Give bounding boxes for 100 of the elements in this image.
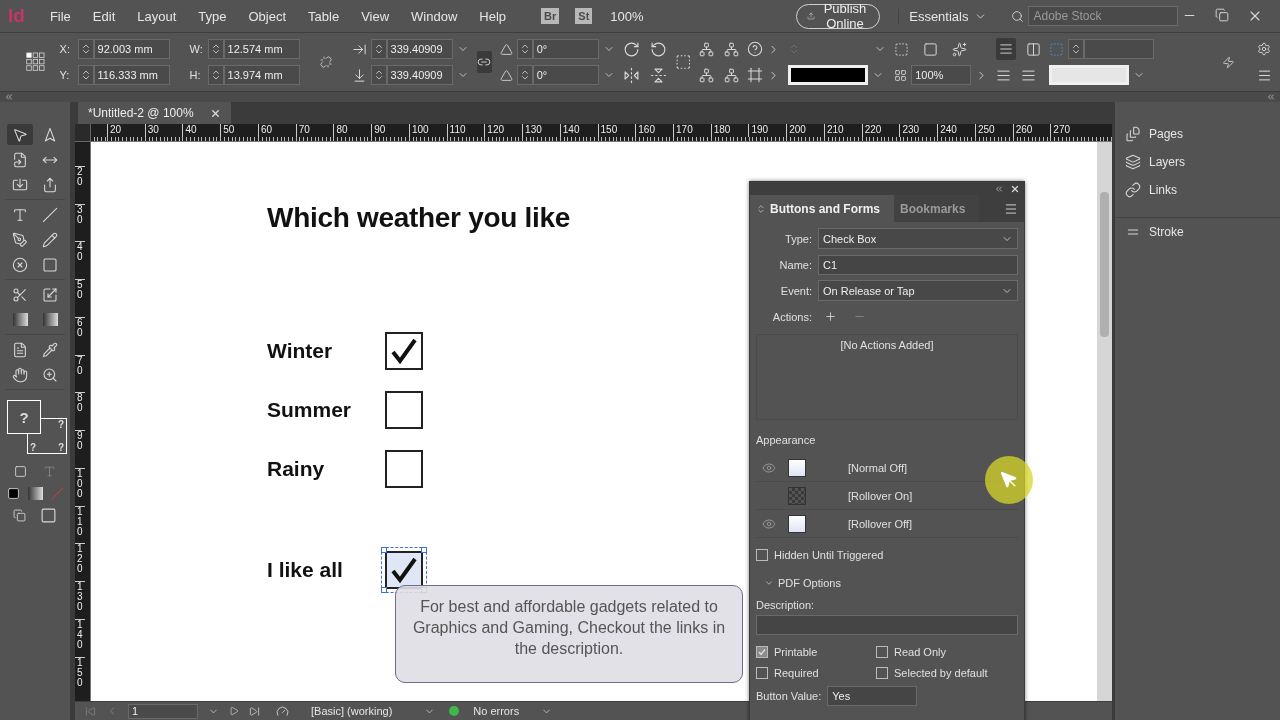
collapse-icon[interactable] [1266, 92, 1276, 102]
chain-button[interactable] [476, 51, 492, 73]
menu-item[interactable]: Help [470, 8, 516, 24]
stroke-swatch[interactable]: ? ? ? [27, 418, 67, 454]
collapse-icon[interactable] [4, 92, 14, 102]
bridge-button[interactable]: Br [541, 8, 560, 24]
fill-swatch[interactable]: ? [7, 400, 41, 434]
state-thumbnail [788, 514, 806, 533]
formatting-container-icon[interactable] [14, 464, 27, 478]
settings-icon[interactable] [1257, 42, 1271, 56]
menu-item[interactable]: Edit [83, 8, 125, 24]
menu-icon[interactable] [1004, 201, 1018, 216]
appearance-state-row[interactable]: [Rollover Off] [756, 510, 1018, 538]
flip-vertical-icon[interactable] [649, 66, 667, 84]
search-field[interactable]: Adobe Stock [1028, 6, 1179, 26]
stroke-swatch[interactable] [788, 65, 869, 85]
screen-mode-icon[interactable] [40, 506, 57, 524]
workspace-switcher[interactable]: Essentials [898, 8, 998, 24]
menu-item[interactable]: Type [189, 8, 236, 24]
menu-item[interactable]: Window [402, 8, 467, 24]
eye-icon[interactable] [762, 516, 776, 531]
question-icon[interactable] [747, 41, 764, 57]
checkbox-label: Hidden Until Triggered [774, 548, 884, 561]
collapse-icon[interactable] [994, 183, 1004, 194]
menu-item[interactable]: File [40, 8, 80, 24]
menu-item[interactable]: View [352, 8, 399, 24]
state-thumbnail [788, 458, 806, 477]
preflight-icon[interactable] [276, 704, 289, 718]
coordinate-field[interactable]: 116.333 mm [93, 65, 170, 85]
checkbox[interactable] [756, 666, 768, 679]
checkbox[interactable] [756, 645, 768, 658]
checkbox[interactable] [756, 548, 768, 561]
swatch-field[interactable] [1049, 65, 1130, 85]
hierarchy-icon[interactable] [724, 41, 740, 57]
spacing-field[interactable] [1084, 39, 1155, 59]
scale-field[interactable]: 339.40909 [386, 39, 453, 59]
next-page-icon[interactable] [229, 706, 239, 716]
square-icon[interactable] [923, 41, 939, 57]
chevron-down-icon[interactable] [764, 578, 774, 588]
add-icon[interactable] [824, 310, 837, 323]
dock-panel-button[interactable]: Links [1115, 176, 1280, 204]
effects-icon[interactable] [952, 41, 968, 57]
rotate-counterclockwise-icon[interactable] [649, 40, 667, 58]
apply-gradient-icon[interactable] [27, 486, 43, 500]
rotation-angle-icon[interactable] [499, 42, 513, 56]
checkbox[interactable] [876, 666, 888, 679]
close-icon[interactable] [1010, 183, 1020, 194]
dimension-field[interactable]: 13.974 mm [223, 65, 300, 85]
hierarchy-icon[interactable] [724, 67, 740, 83]
panel-tab[interactable]: Bookmarks [894, 195, 980, 222]
checkbox[interactable] [385, 391, 423, 429]
flip-horizontal-icon[interactable] [622, 66, 640, 84]
dock-panel-button[interactable]: Stroke [1115, 217, 1280, 245]
checkbox[interactable] [385, 332, 423, 370]
ruler-number: 150 [75, 656, 85, 695]
broken-chain-icon[interactable] [319, 54, 332, 70]
dropdown[interactable]: On Release or Tap [818, 280, 1018, 301]
preflight-dropdown[interactable]: No errors [469, 705, 557, 717]
menu-item[interactable]: Layout [128, 8, 186, 24]
wrap-button[interactable] [996, 38, 1017, 60]
checkbox[interactable] [385, 450, 423, 488]
rotate-clockwise-icon[interactable] [622, 40, 640, 58]
hierarchy-icon[interactable] [699, 41, 715, 57]
menu-item[interactable]: Object [239, 8, 296, 24]
description-field[interactable] [756, 615, 1018, 635]
checkbox[interactable] [876, 645, 888, 658]
dock-panel-button[interactable]: Pages [1115, 120, 1280, 148]
scissors-icon [12, 286, 28, 303]
panel-tab[interactable]: Buttons and Forms [750, 195, 894, 222]
checkmark-icon [390, 337, 418, 365]
wrap-box-icon[interactable] [1026, 41, 1042, 57]
button-value-field[interactable]: Yes [827, 685, 918, 706]
hierarchy-icon[interactable] [699, 67, 715, 83]
page-number-field[interactable]: 1 [128, 703, 198, 719]
name-field[interactable]: C1 [818, 254, 1018, 275]
last-page-icon[interactable] [249, 705, 260, 717]
menu-item[interactable]: Table [299, 8, 349, 24]
zoom-level[interactable]: 100% [610, 8, 644, 24]
apply-color-icon[interactable] [6, 486, 20, 500]
dock-panel-button[interactable]: Layers [1115, 148, 1280, 176]
angle-field[interactable]: 0° [532, 65, 599, 85]
dropdown[interactable]: Check Box [818, 228, 1018, 249]
opacity-field[interactable]: 100% [911, 65, 972, 85]
style-dropdown[interactable]: [Basic] (working) [307, 705, 440, 717]
eye-icon[interactable] [762, 460, 776, 475]
scale-field[interactable]: 339.40909 [386, 65, 453, 85]
ruler-number: 130 [75, 581, 85, 619]
scrollbar[interactable] [1097, 142, 1112, 701]
tool-button[interactable] [7, 124, 33, 145]
ruler-origin[interactable] [75, 124, 91, 142]
gradient-feather-icon [42, 313, 58, 326]
menu-icon[interactable] [1257, 67, 1272, 83]
document-tab[interactable]: *Untitled-2 @ 100% [78, 102, 231, 124]
restore-icon[interactable] [1215, 8, 1230, 22]
stock-button[interactable]: St [575, 8, 593, 24]
angle-field[interactable]: 0° [532, 39, 599, 59]
search-icon[interactable] [1011, 9, 1025, 23]
expand-icon [756, 203, 766, 214]
coordinate-field[interactable]: 92.003 mm [93, 39, 170, 59]
dimension-field[interactable]: 12.574 mm [223, 39, 300, 59]
